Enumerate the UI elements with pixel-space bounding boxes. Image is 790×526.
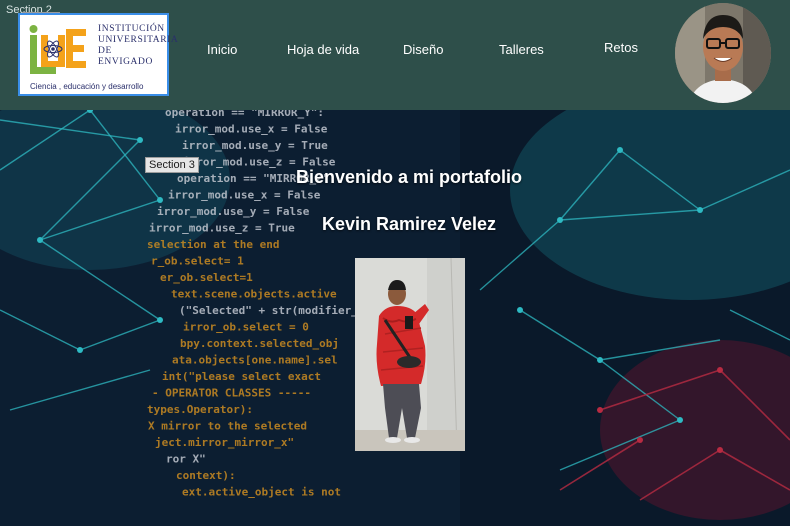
avatar-photo [675,3,771,103]
logo-tagline: Ciencia , educación y desarrollo [30,82,144,91]
portfolio-photo [355,258,465,451]
hero-name: Kevin Ramirez Velez [321,214,497,234]
top-navbar: Section 2 INSTITUCIÓN UNIVERSITARIA DE E… [0,0,790,110]
hero-title: Bienvenido a mi portafolio [295,167,523,187]
logo-title: INSTITUCIÓN UNIVERSITARIA DE ENVIGADO [98,24,179,68]
profile-avatar [675,3,771,103]
nav-item-talleres[interactable]: Talleres [499,42,544,57]
iue-logo-icon [29,25,86,74]
logo-title-line: UNIVERSITARIA [98,35,179,45]
logo-title-line: DE ENVIGADO [98,46,153,67]
hero-section: operation == "MIRROR_Y": irror_mod.use_x … [0,110,790,526]
nav-item-hoja-de-vida[interactable]: Hoja de vida [287,42,359,57]
nav-item-diseno[interactable]: Diseño [403,42,443,57]
nav-item-inicio[interactable]: Inicio [207,42,237,57]
portrait-image [355,258,465,451]
institution-logo[interactable]: INSTITUCIÓN UNIVERSITARIA DE ENVIGADO Ci… [18,13,179,96]
nav-item-retos[interactable]: Retos [604,40,638,55]
logo-title-line: INSTITUCIÓN [98,24,165,34]
